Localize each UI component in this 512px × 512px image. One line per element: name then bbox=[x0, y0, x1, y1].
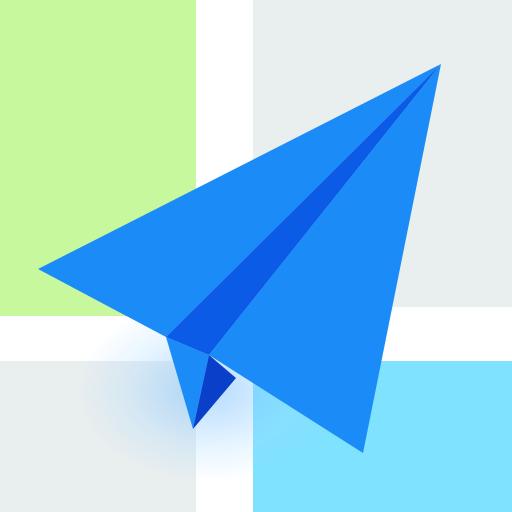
app-icon bbox=[0, 0, 512, 512]
paper-plane-icon bbox=[38, 64, 441, 453]
